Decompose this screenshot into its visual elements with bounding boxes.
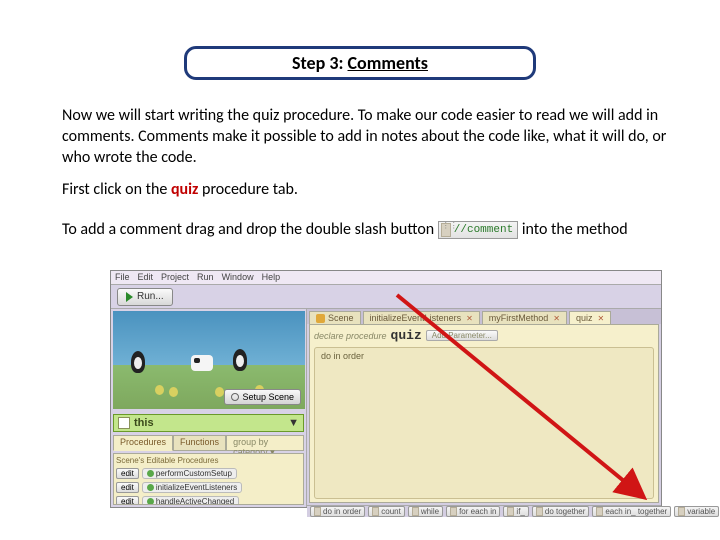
this-selector[interactable]: this ▼ xyxy=(113,414,304,432)
menu-item[interactable]: File xyxy=(115,272,130,283)
proc-list-header: Scene's Editable Procedures xyxy=(116,456,301,465)
menu-item[interactable]: Run xyxy=(197,272,214,283)
step-banner: Step 3: Comments xyxy=(184,46,536,80)
add-parameter-button[interactable]: Add Parameter... xyxy=(426,330,498,341)
drag-grip-icon: ⋮⋮ xyxy=(441,223,451,237)
gear-icon xyxy=(231,393,239,401)
setup-scene-button[interactable]: Setup Scene xyxy=(224,389,301,405)
proc-row: editinitializeEventListeners xyxy=(116,481,301,494)
proc-pill[interactable]: initializeEventListeners xyxy=(142,482,242,493)
tab-functions[interactable]: Functions xyxy=(173,435,226,451)
palette-variable[interactable]: variable xyxy=(674,506,719,517)
tab-initialize-event-listeners[interactable]: initializeEventListeners xyxy=(363,311,480,324)
palette-for-each-in[interactable]: for each in xyxy=(446,506,500,517)
play-icon xyxy=(126,292,133,302)
menu-item[interactable]: Help xyxy=(262,272,281,283)
edit-button[interactable]: edit xyxy=(116,496,139,505)
step-label-word: Comments xyxy=(348,52,428,74)
block-palette: do in order count while for each in if_ … xyxy=(307,505,661,517)
edit-button[interactable]: edit xyxy=(116,468,139,479)
step-label-prefix: Step 3: xyxy=(292,52,343,74)
palette-while[interactable]: while xyxy=(408,506,443,517)
tab-scene[interactable]: Scene xyxy=(309,311,361,324)
intro-paragraph-2: First click on the quiz procedure tab. xyxy=(62,180,668,201)
edit-button[interactable]: edit xyxy=(116,482,139,493)
tab-my-first-method[interactable]: myFirstMethod xyxy=(482,311,567,324)
run-button[interactable]: Run... xyxy=(117,288,173,306)
palette-count[interactable]: count xyxy=(368,506,405,517)
scene-preview: Setup Scene xyxy=(113,311,305,409)
ide-left-panel: Setup Scene this ▼ Procedures Functions … xyxy=(111,309,307,507)
ide-screenshot: File Edit Project Run Window Help Run...… xyxy=(110,270,662,508)
palette-each-in-together[interactable]: each in_ together xyxy=(592,506,671,517)
procedure-list: Scene's Editable Procedures editperformC… xyxy=(113,453,304,505)
ide-right-panel: Scene initializeEventListeners myFirstMe… xyxy=(307,309,661,507)
chevron-down-icon: ▼ xyxy=(288,417,299,429)
proc-pill[interactable]: handleActiveChanged xyxy=(142,496,239,505)
scene-icon xyxy=(316,314,325,323)
menu-item[interactable]: Edit xyxy=(138,272,154,283)
quiz-word: quiz xyxy=(171,180,198,199)
proc-pill[interactable]: performCustomSetup xyxy=(142,468,237,479)
group-by-dropdown[interactable]: group by category ▾ xyxy=(226,435,304,451)
tab-procedures[interactable]: Procedures xyxy=(113,435,173,451)
palette-if[interactable]: if_ xyxy=(503,506,528,517)
declare-line: declare procedure quiz Add Parameter... xyxy=(314,328,654,343)
menu-item[interactable]: Project xyxy=(161,272,189,283)
palette-do-together[interactable]: do together xyxy=(532,506,589,517)
do-in-order-block[interactable]: do in order xyxy=(314,347,654,499)
intro-paragraph-1: Now we will start writing the quiz proce… xyxy=(62,106,668,168)
intro-paragraph-3: To add a comment drag and drop the doubl… xyxy=(62,220,668,241)
ide-menubar: File Edit Project Run Window Help xyxy=(111,271,661,285)
proc-row: editperformCustomSetup xyxy=(116,467,301,480)
cow-icon xyxy=(191,355,213,371)
comment-chip-inline: ⋮⋮ //comment xyxy=(438,221,518,239)
code-editor[interactable]: declare procedure quiz Add Parameter... … xyxy=(309,324,659,503)
editor-tabs: Scene initializeEventListeners myFirstMe… xyxy=(307,309,661,324)
object-icon xyxy=(118,417,130,429)
ide-toolbar: Run... xyxy=(111,285,661,309)
proc-func-tabs: Procedures Functions group by category ▾ xyxy=(113,435,304,451)
tab-quiz[interactable]: quiz xyxy=(569,311,611,324)
proc-row: edithandleActiveChanged xyxy=(116,495,301,505)
menu-item[interactable]: Window xyxy=(222,272,254,283)
palette-do-in-order[interactable]: do in order xyxy=(310,506,365,517)
